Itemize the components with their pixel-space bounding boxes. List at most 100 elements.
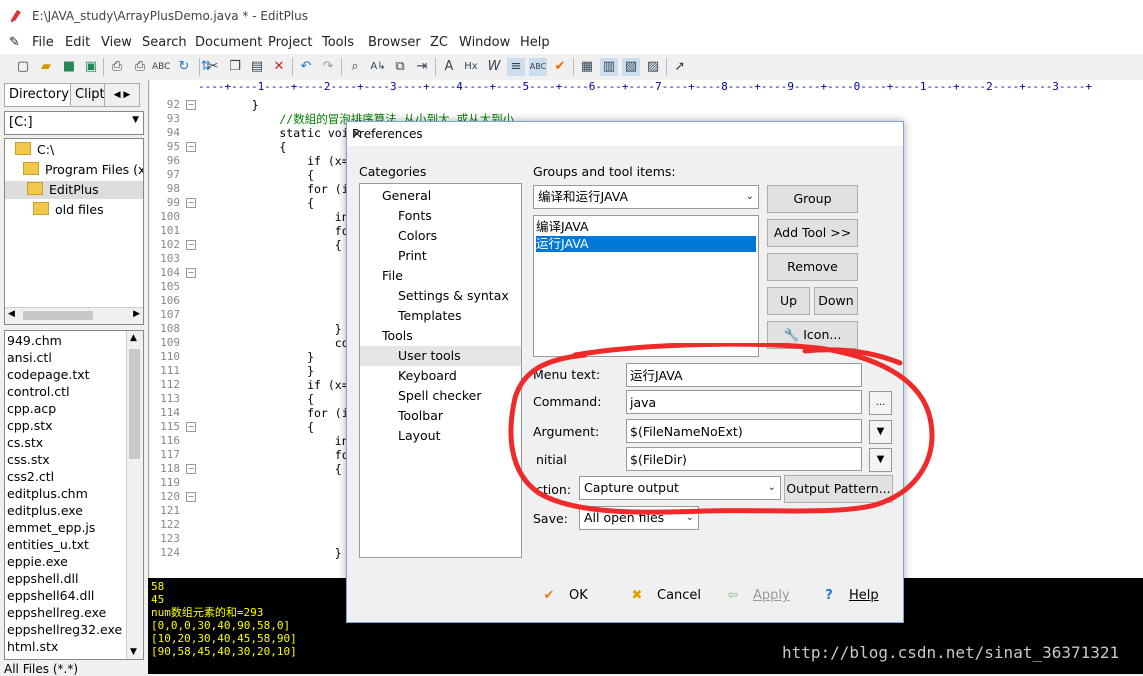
category-tools[interactable]: Tools xyxy=(382,326,413,346)
tree-item-program-files[interactable]: Program Files (x8 xyxy=(23,161,143,179)
save-all-icon[interactable]: ▣ xyxy=(82,58,100,76)
menu-project[interactable]: Project xyxy=(268,35,312,50)
tool-items-list[interactable]: 编译JAVA 运行JAVA xyxy=(533,215,759,357)
copy-icon[interactable]: ❐ xyxy=(226,58,244,76)
list-item[interactable]: ansi.ctl xyxy=(7,349,52,366)
code-line[interactable]: } xyxy=(224,98,259,112)
code-line[interactable]: { xyxy=(224,462,342,476)
tool-a-icon[interactable]: ▦ xyxy=(578,58,596,76)
list-item[interactable]: css2.ctl xyxy=(7,468,54,485)
menu-browser[interactable]: Browser xyxy=(368,35,421,50)
replace-icon[interactable]: A↳ xyxy=(369,58,387,76)
menu-document[interactable]: Document xyxy=(195,35,262,50)
goto-icon[interactable]: ⧉ xyxy=(391,58,409,76)
column-icon[interactable]: ABC xyxy=(529,58,547,76)
word-wrap-icon[interactable]: W xyxy=(485,58,503,76)
spellcheck-icon[interactable]: ABC xyxy=(152,58,170,76)
fold-toggle-icon[interactable]: − xyxy=(186,100,196,110)
fold-toggle-icon[interactable]: − xyxy=(186,464,196,474)
list-item[interactable]: entities_u.txt xyxy=(7,536,89,553)
horizontal-scrollbar[interactable]: ◀ ▶ xyxy=(5,307,143,324)
menu-window[interactable]: Window xyxy=(459,35,510,50)
tree-item-c[interactable]: C:\ xyxy=(15,141,54,159)
category-fonts[interactable]: Fonts xyxy=(398,206,432,226)
category-user-tools[interactable]: User tools xyxy=(360,346,521,366)
fold-toggle-icon[interactable]: − xyxy=(186,422,196,432)
tool-item-compile-java[interactable]: 编译JAVA xyxy=(536,219,756,235)
tab-scroll-arrows[interactable]: ◀ ▶ xyxy=(104,83,140,107)
undo-icon[interactable]: ↶ xyxy=(297,58,315,76)
code-line[interactable]: { xyxy=(224,420,314,434)
fold-toggle-icon[interactable]: − xyxy=(186,240,196,250)
category-templates[interactable]: Templates xyxy=(398,306,462,326)
tool-item-run-java[interactable]: 运行JAVA xyxy=(536,236,756,252)
list-item[interactable]: control.ctl xyxy=(7,383,70,400)
save-icon[interactable]: ■ xyxy=(60,58,78,76)
category-colors[interactable]: Colors xyxy=(398,226,437,246)
up-button[interactable]: Up xyxy=(767,287,810,315)
vertical-scrollbar[interactable]: ▲ ▼ xyxy=(126,331,143,659)
list-item[interactable]: editplus.exe xyxy=(7,502,83,519)
category-file[interactable]: File xyxy=(382,266,403,286)
list-item[interactable]: cpp.acp xyxy=(7,400,56,417)
code-line[interactable]: } xyxy=(224,546,342,560)
tool-c-icon[interactable]: ▧ xyxy=(622,58,640,76)
code-line[interactable]: { xyxy=(224,140,286,154)
list-item[interactable]: cs.stx xyxy=(7,434,43,451)
remove-button[interactable]: Remove xyxy=(767,253,858,281)
menu-help[interactable]: Help xyxy=(520,35,550,50)
category-spell-checker[interactable]: Spell checker xyxy=(398,386,481,406)
list-item[interactable]: 949.chm xyxy=(7,332,62,349)
category-settings-syntax[interactable]: Settings & syntax xyxy=(398,286,509,306)
group-name-button[interactable]: Group Name... xyxy=(767,185,858,232)
tree-item-editplus[interactable]: EditPlus xyxy=(5,181,143,199)
add-tool-button[interactable]: Add Tool >> xyxy=(767,219,858,247)
file-list[interactable]: 949.chm ansi.ctl codepage.txt control.ct… xyxy=(4,330,144,660)
open-icon[interactable]: ▰ xyxy=(37,58,55,76)
list-item[interactable]: eppshellreg32.exe xyxy=(7,621,122,638)
menu-tools[interactable]: Tools xyxy=(322,35,354,50)
line-numbers-icon[interactable]: ≡ xyxy=(507,58,525,76)
help-icon[interactable]: ➚ xyxy=(671,58,689,76)
hex-icon[interactable]: Hx xyxy=(462,58,480,76)
font-icon[interactable]: A xyxy=(440,58,458,76)
apply-button[interactable]: ⇦ Apply xyxy=(723,585,790,607)
paste-icon[interactable]: ▤ xyxy=(248,58,266,76)
code-line[interactable]: } xyxy=(224,322,342,336)
categories-tree[interactable]: General Fonts Colors Print File Settings… xyxy=(359,183,522,558)
menu-file[interactable]: File xyxy=(32,35,54,50)
close-icon[interactable]: ✕ xyxy=(352,127,895,141)
check-icon[interactable]: ✔ xyxy=(551,58,569,76)
fold-toggle-icon[interactable]: − xyxy=(186,198,196,208)
menu-zc[interactable]: ZC xyxy=(430,35,448,50)
delete-icon[interactable]: ✕ xyxy=(270,58,288,76)
code-line[interactable]: { xyxy=(224,168,314,182)
redo-icon[interactable]: ↷ xyxy=(319,58,337,76)
find-icon[interactable]: ⌕ xyxy=(346,58,364,76)
list-item[interactable]: html.stx xyxy=(7,638,58,655)
group-select[interactable]: 编译和运行JAVA ⌄ xyxy=(533,185,759,209)
code-line[interactable]: } xyxy=(224,350,314,364)
help-button[interactable]: ? Help xyxy=(819,585,878,607)
menu-search[interactable]: Search xyxy=(142,35,187,50)
list-item[interactable]: cpp.stx xyxy=(7,417,53,434)
new-icon[interactable]: ▢ xyxy=(14,58,32,76)
list-item[interactable]: eppshellreg.exe xyxy=(7,604,106,621)
list-item[interactable]: eppie.exe xyxy=(7,553,68,570)
indent-icon[interactable]: ⇥ xyxy=(413,58,431,76)
category-toolbar[interactable]: Toolbar xyxy=(398,406,443,426)
list-item[interactable]: eppshell64.dll xyxy=(7,587,94,604)
code-line[interactable]: } xyxy=(224,364,314,378)
cancel-button[interactable]: ✖ Cancel xyxy=(627,585,702,607)
refresh-icon[interactable]: ↻ xyxy=(175,58,193,76)
directory-tree[interactable]: C:\ Program Files (x8 EditPlus old files… xyxy=(4,138,144,325)
tree-item-old-files[interactable]: old files xyxy=(33,201,104,219)
tool-b-icon[interactable]: ▥ xyxy=(600,58,618,76)
menu-edit[interactable]: Edit xyxy=(65,35,90,50)
tab-directory[interactable]: Directory xyxy=(4,83,74,107)
down-button[interactable]: Down xyxy=(814,287,858,315)
print-icon[interactable]: ⎙ xyxy=(131,58,149,76)
list-item[interactable]: codepage.txt xyxy=(7,366,90,383)
category-keyboard[interactable]: Keyboard xyxy=(398,366,457,386)
category-general[interactable]: General xyxy=(382,186,431,206)
